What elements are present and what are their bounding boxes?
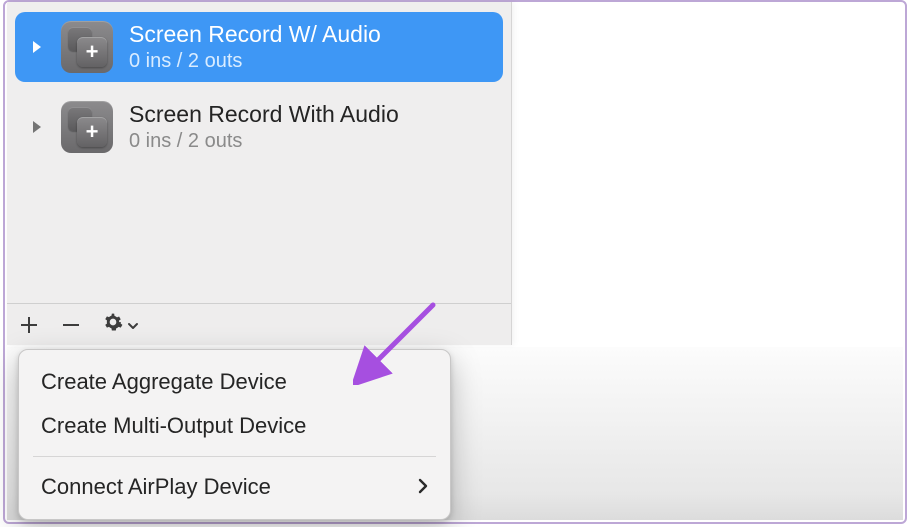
device-row-selected[interactable]: + Screen Record W/ Audio 0 ins / 2 outs — [15, 12, 503, 82]
actions-menu-button[interactable] — [103, 304, 139, 345]
sidebar-toolbar — [7, 303, 511, 345]
device-io-summary: 0 ins / 2 outs — [129, 130, 399, 153]
menu-item-label: Create Aggregate Device — [41, 369, 287, 395]
disclosure-triangle-icon[interactable] — [31, 121, 43, 133]
menu-item-connect-airplay[interactable]: Connect AirPlay Device — [19, 465, 450, 509]
device-list: + Screen Record W/ Audio 0 ins / 2 outs … — [15, 2, 503, 303]
device-row[interactable]: + Screen Record With Audio 0 ins / 2 out… — [15, 92, 503, 162]
aggregate-device-icon: + — [61, 21, 113, 73]
menu-item-create-multi-output[interactable]: Create Multi-Output Device — [19, 404, 450, 448]
add-button[interactable] — [19, 304, 39, 345]
window-frame: + Screen Record W/ Audio 0 ins / 2 outs … — [3, 0, 907, 524]
add-device-popup-menu: Create Aggregate Device Create Multi-Out… — [18, 349, 451, 520]
device-name: Screen Record W/ Audio — [129, 21, 381, 48]
chevron-down-icon — [127, 311, 139, 339]
device-io-summary: 0 ins / 2 outs — [129, 50, 381, 73]
device-name: Screen Record With Audio — [129, 101, 399, 128]
device-sidebar: + Screen Record W/ Audio 0 ins / 2 outs … — [7, 2, 512, 345]
menu-separator — [33, 456, 436, 457]
remove-button[interactable] — [61, 304, 81, 345]
gear-icon — [103, 311, 123, 339]
menu-item-create-aggregate[interactable]: Create Aggregate Device — [19, 360, 450, 404]
menu-item-label: Create Multi-Output Device — [41, 413, 306, 439]
menu-item-label: Connect AirPlay Device — [41, 474, 271, 500]
disclosure-triangle-icon[interactable] — [31, 41, 43, 53]
chevron-right-icon — [418, 474, 428, 500]
aggregate-device-icon: + — [61, 101, 113, 153]
